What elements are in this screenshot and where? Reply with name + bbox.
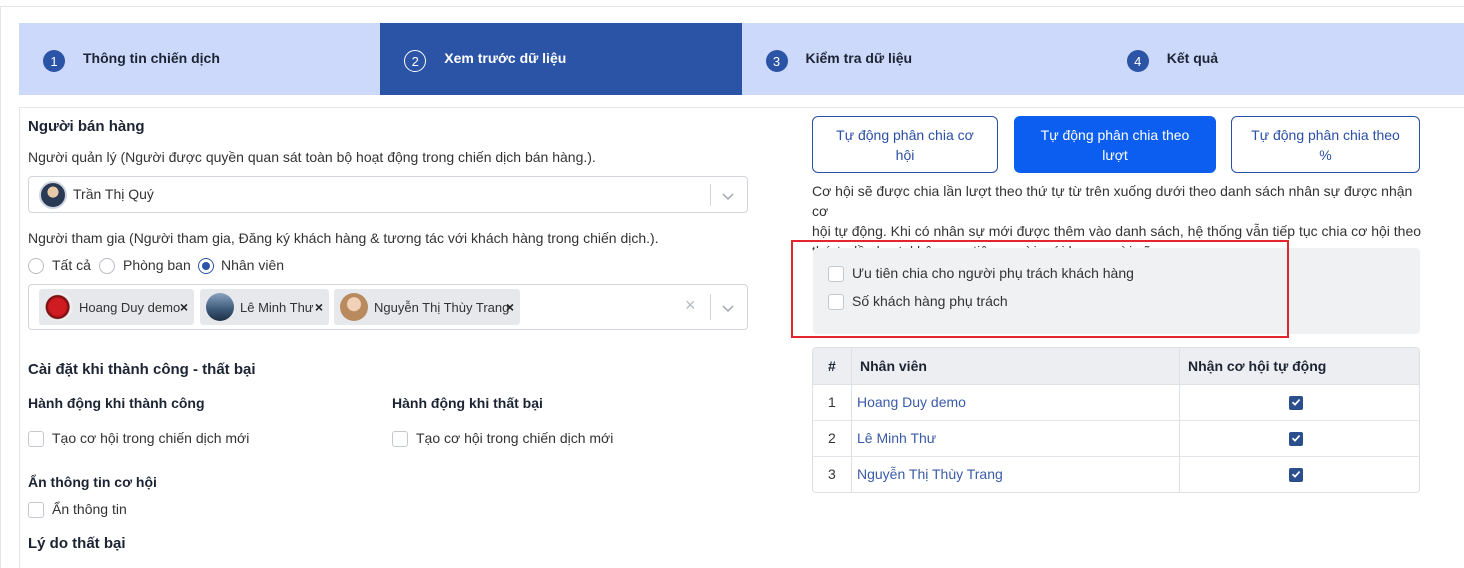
radio-all[interactable]: [28, 258, 44, 274]
mode-label-line: Tự động phân chia cơ: [836, 127, 974, 143]
table-row: 1 Hoang Duy demo: [813, 385, 1419, 421]
employee-table: # Nhân viên Nhận cơ hội tự động 1 Hoang …: [812, 347, 1420, 493]
employee-name-link[interactable]: Nguyễn Thị Thùy Trang: [857, 466, 1003, 482]
step-label: Thông tin chiến dịch: [83, 50, 220, 66]
fail-reason-heading: Lý do thất bại: [28, 535, 126, 552]
chip-name: Nguyễn Thị Thùy Trang: [374, 299, 510, 315]
step-label: Kiểm tra dữ liệu: [805, 50, 913, 66]
check-icon: [1291, 399, 1301, 406]
row-index: 2: [828, 430, 836, 446]
remove-chip-icon[interactable]: ×: [180, 299, 188, 315]
participant-chip: Nguyễn Thị Thùy Trang ×: [334, 289, 520, 325]
column-header-index: #: [828, 358, 836, 374]
window-left-border: [0, 6, 1, 568]
avatar: [206, 293, 234, 321]
radio-department-label: Phòng ban: [123, 257, 191, 273]
step-number: 2: [404, 50, 427, 72]
fail-heading: Hành động khi thất bại: [392, 395, 543, 411]
auto-receive-checkbox[interactable]: [1289, 468, 1303, 482]
select-divider: [710, 184, 711, 206]
radio-employee-label: Nhân viên: [221, 257, 285, 273]
check-icon: [1291, 435, 1301, 442]
step-campaign-info[interactable]: 1 Thông tin chiến dịch: [19, 23, 381, 95]
employee-name-link[interactable]: Hoang Duy demo: [857, 394, 966, 410]
success-heading: Hành động khi thành công: [28, 395, 205, 411]
manager-avatar: [39, 181, 67, 209]
outcome-section-title: Cài đặt khi thành công - thất bại: [28, 361, 256, 378]
chip-name: Hoang Duy demo: [79, 299, 181, 315]
manager-name: Trần Thị Quý: [73, 186, 154, 202]
step-result[interactable]: 4 Kết quả: [1102, 23, 1464, 95]
avatar: [45, 293, 73, 321]
mode-auto-percent-button[interactable]: Tự động phân chia theo %: [1231, 116, 1420, 173]
remove-chip-icon[interactable]: ×: [315, 299, 323, 315]
radio-all-label: Tất cả: [52, 257, 91, 273]
auto-receive-checkbox[interactable]: [1289, 396, 1303, 410]
highlight-annotation: [791, 240, 1289, 338]
column-divider: [851, 348, 852, 492]
panel-border: [19, 108, 20, 568]
table-row: 2 Lê Minh Thư: [813, 421, 1419, 457]
mode-label-line: %: [1319, 147, 1332, 163]
mode-label-line: Tự động phân chia theo: [1251, 127, 1400, 143]
hide-info-checkbox[interactable]: [28, 502, 44, 518]
column-header-employee: Nhân viên: [860, 358, 927, 374]
table-header: # Nhân viên Nhận cơ hội tự động: [813, 348, 1419, 385]
participant-chip: Hoang Duy demo ×: [39, 289, 194, 325]
chevron-down-icon[interactable]: [720, 188, 736, 204]
select-divider: [710, 294, 711, 320]
row-index: 1: [828, 394, 836, 410]
description-line: Cơ hội sẽ được chia lần lượt theo thứ tự…: [812, 183, 1413, 219]
mode-label-line: lượt: [1102, 147, 1128, 163]
manager-label: Người quản lý (Người được quyền quan sát…: [28, 149, 596, 165]
radio-employee[interactable]: [198, 258, 214, 274]
radio-department[interactable]: [99, 258, 115, 274]
auto-receive-checkbox[interactable]: [1289, 432, 1303, 446]
success-create-checkbox[interactable]: [28, 431, 44, 447]
column-divider: [1179, 348, 1180, 492]
window-top-border: [0, 6, 1464, 7]
table-row: 3 Nguyễn Thị Thùy Trang: [813, 457, 1419, 492]
success-create-label: Tạo cơ hội trong chiến dịch mới: [52, 430, 250, 446]
mode-auto-opportunity-button[interactable]: Tự động phân chia cơ hội: [812, 116, 998, 173]
step-number: 4: [1126, 50, 1149, 72]
step-preview-data[interactable]: 2 Xem trước dữ liệu: [380, 23, 742, 95]
remove-chip-icon[interactable]: ×: [506, 299, 514, 315]
sales-section-title: Người bán hàng: [28, 118, 145, 135]
step-label: Kết quả: [1166, 50, 1219, 66]
step-number: 1: [43, 50, 65, 72]
panel-border: [19, 107, 1464, 108]
step-number: 3: [765, 50, 788, 72]
chevron-down-icon[interactable]: [720, 300, 736, 316]
fail-create-checkbox[interactable]: [392, 431, 408, 447]
step-label: Xem trước dữ liệu: [444, 50, 567, 66]
description-line: hội tự động. Khi có nhân sự mới được thê…: [812, 223, 1422, 239]
hide-info-label: Ẩn thông tin: [52, 501, 127, 517]
row-index: 3: [828, 466, 836, 482]
avatar: [340, 293, 368, 321]
step-check-data[interactable]: 3 Kiểm tra dữ liệu: [741, 23, 1103, 95]
wizard-stepper: 1 Thông tin chiến dịch 2 Xem trước dữ li…: [19, 23, 1464, 95]
mode-label-line: hội: [895, 147, 915, 163]
participant-chip: Lê Minh Thư ×: [200, 289, 329, 325]
hide-info-heading: Ẩn thông tin cơ hội: [28, 474, 157, 490]
chip-name: Lê Minh Thư: [240, 299, 314, 315]
column-header-auto-receive: Nhận cơ hội tự động: [1188, 358, 1327, 374]
mode-label-line: Tự động phân chia theo: [1040, 127, 1190, 143]
clear-all-icon[interactable]: ×: [685, 295, 696, 316]
mode-auto-round-robin-button[interactable]: Tự động phân chia theo lượt: [1014, 116, 1216, 173]
fail-create-label: Tạo cơ hội trong chiến dịch mới: [416, 430, 614, 446]
participant-label: Người tham gia (Người tham gia, Đăng ký …: [28, 230, 659, 246]
check-icon: [1291, 471, 1301, 478]
employee-name-link[interactable]: Lê Minh Thư: [857, 430, 936, 446]
